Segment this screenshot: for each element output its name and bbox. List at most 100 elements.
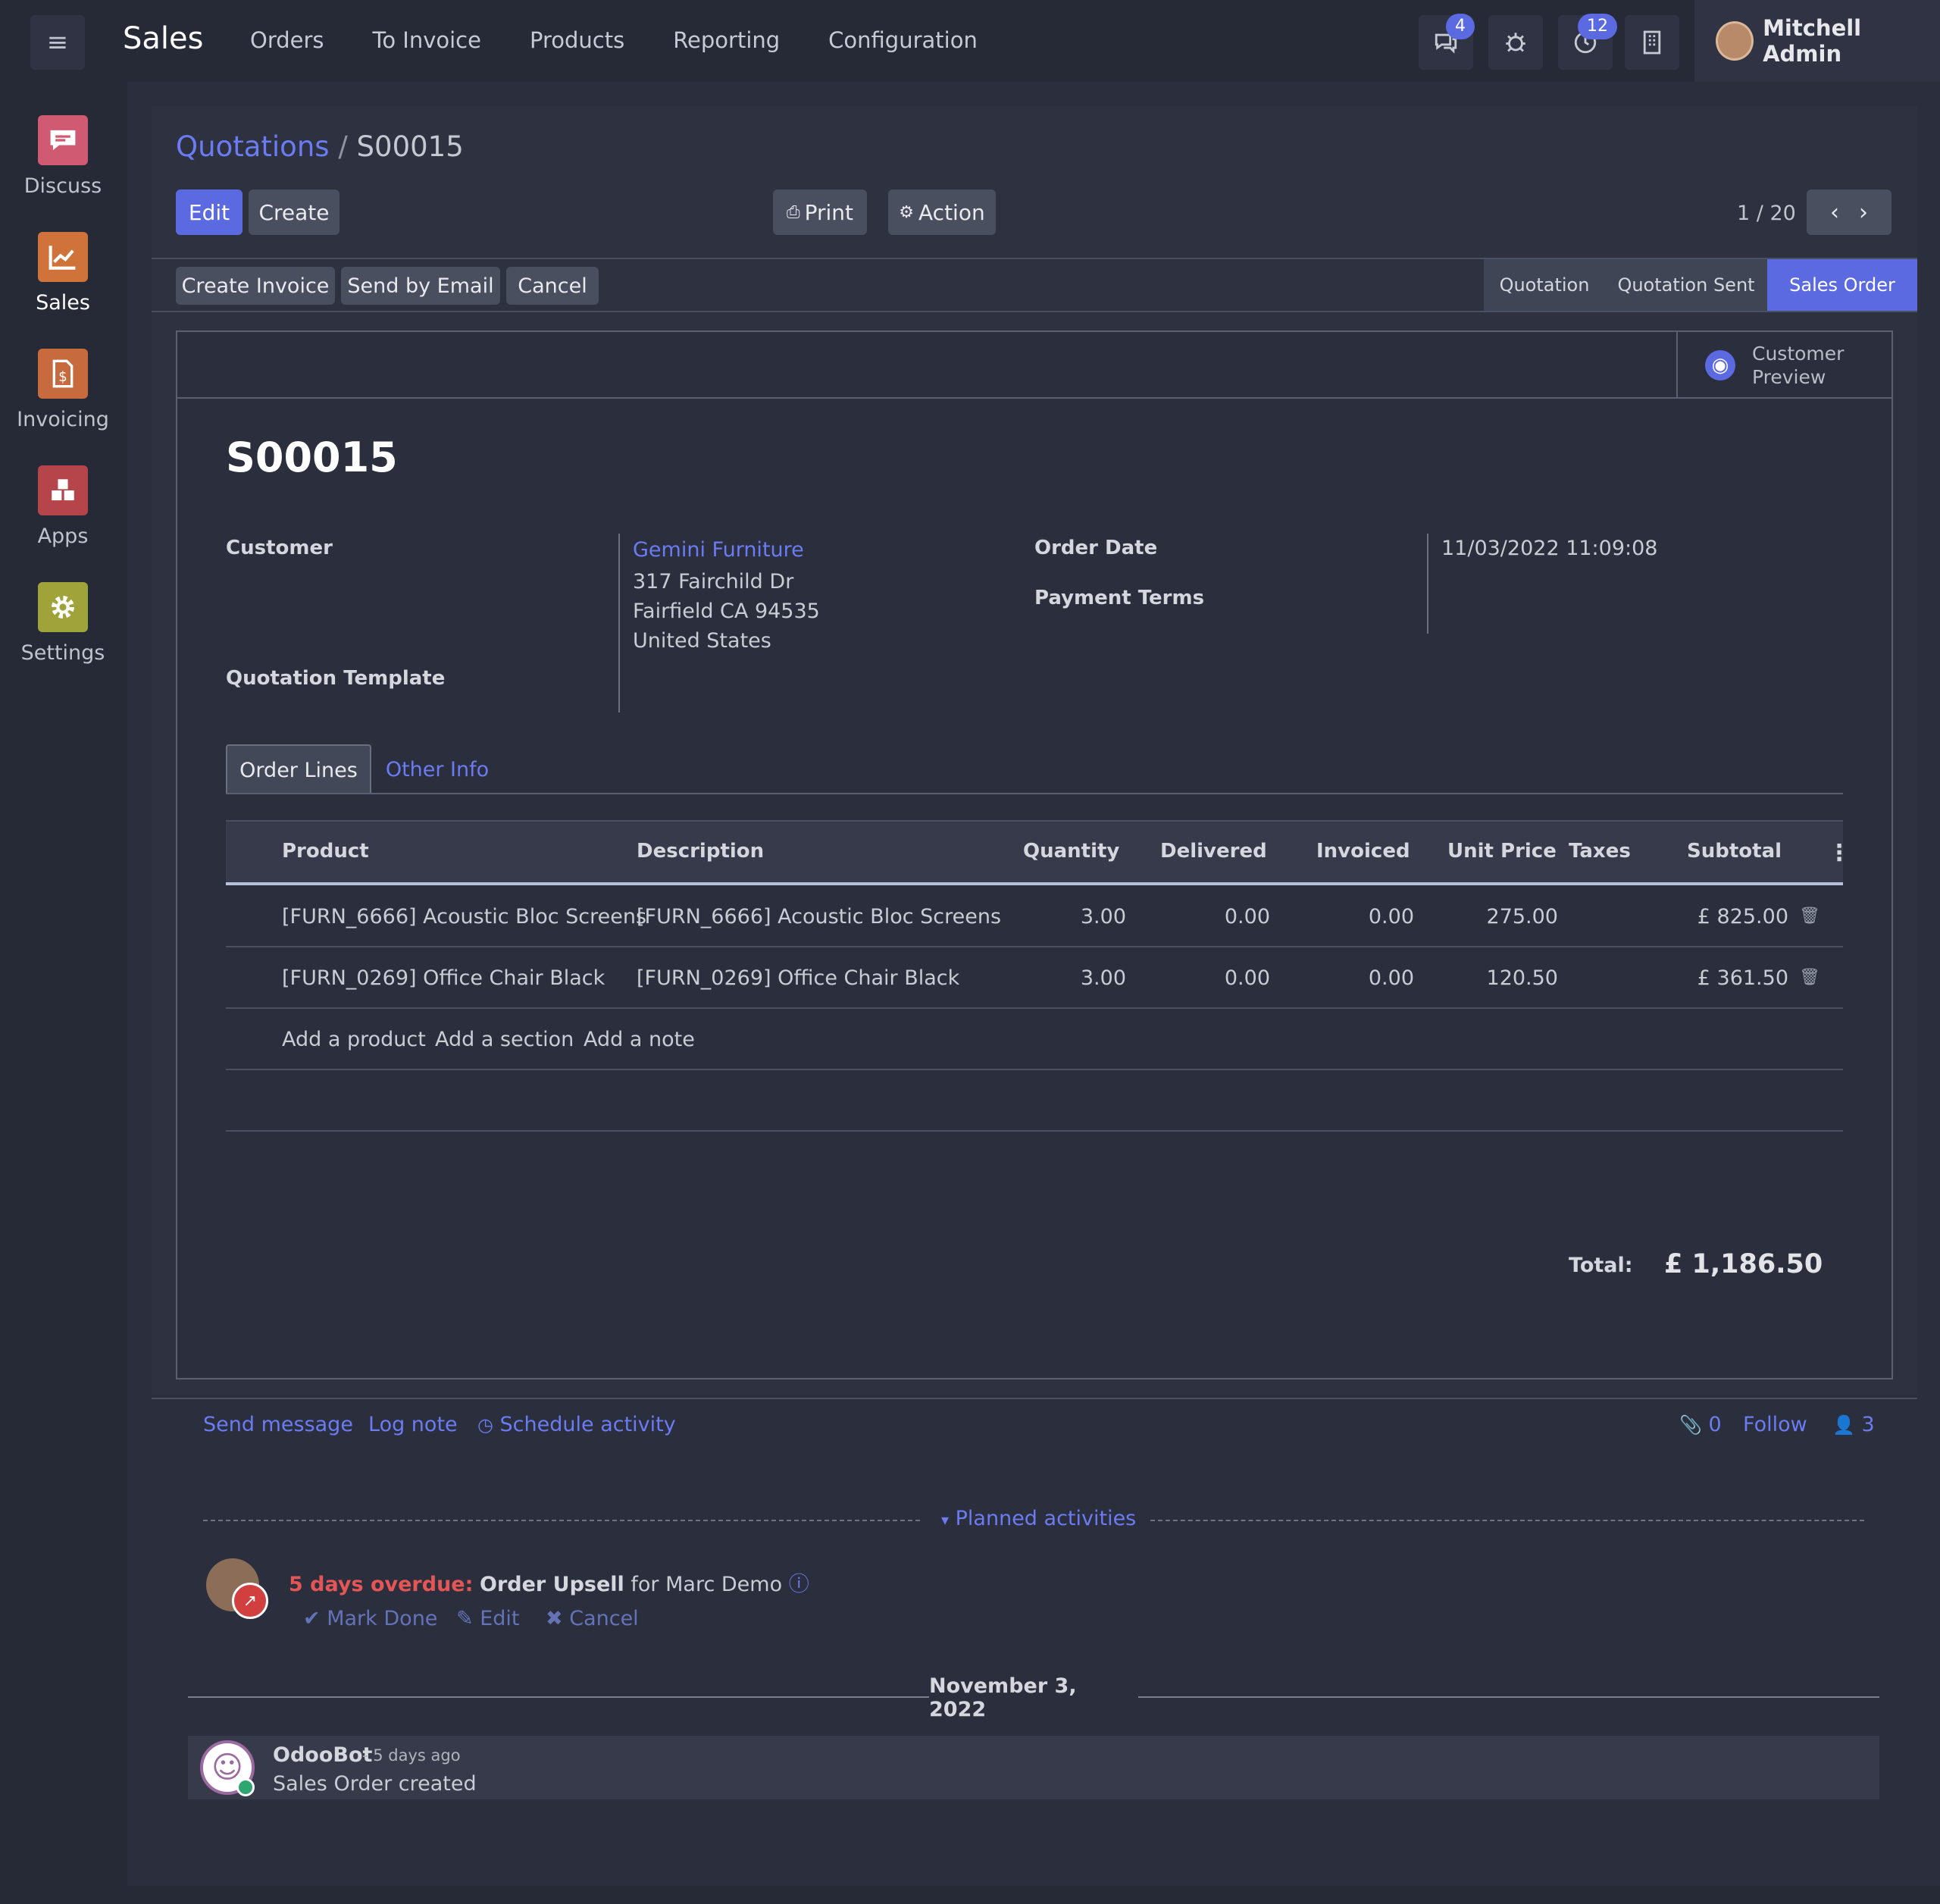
debug-button[interactable] <box>1488 15 1543 70</box>
user-menu[interactable]: Mitchell Admin <box>1694 0 1940 82</box>
menu-configuration[interactable]: Configuration <box>828 27 978 53</box>
column-subtotal[interactable]: Subtotal <box>1687 840 1782 863</box>
column-options-icon[interactable]: ⋮ <box>1828 840 1851 866</box>
sidebar-item-invoicing[interactable]: $ Invoicing <box>0 349 126 431</box>
menu-orders[interactable]: Orders <box>250 27 324 53</box>
column-description[interactable]: Description <box>637 840 764 863</box>
follow-button[interactable]: Follow <box>1743 1413 1807 1436</box>
messages-button[interactable]: 4 <box>1419 14 1475 70</box>
send-message-button[interactable]: Send message <box>203 1413 353 1436</box>
paperclip-icon: 📎 <box>1679 1414 1702 1436</box>
send-by-email-button[interactable]: Send by Email <box>341 267 500 305</box>
total-label: Total: <box>1569 1254 1633 1277</box>
message-author[interactable]: OdooBot <box>273 1743 372 1767</box>
user-name: Mitchell Admin <box>1763 15 1862 67</box>
attachments-button[interactable]: 📎 0 <box>1679 1413 1722 1436</box>
chevron-right-icon[interactable]: › <box>1859 199 1868 226</box>
row-divider <box>226 1130 1843 1132</box>
row-divider <box>226 1007 1843 1009</box>
sidebar-item-settings[interactable]: Settings <box>0 582 126 665</box>
chevron-left-icon[interactable]: ‹ <box>1830 199 1839 226</box>
message-time: - 5 days ago <box>362 1746 461 1765</box>
app-title: Sales <box>123 21 204 56</box>
customer-address-line3: United States <box>633 629 771 653</box>
sidebar-item-sales[interactable]: Sales <box>0 232 126 315</box>
user-icon: 👤 <box>1832 1414 1855 1436</box>
gear-icon <box>38 582 88 632</box>
customer-preview-button[interactable]: ◉ Customer Preview <box>1676 332 1892 399</box>
schedule-activity-button[interactable]: ◷ Schedule activity <box>477 1413 676 1436</box>
pager-buttons: ‹ › <box>1807 189 1892 235</box>
dashed-divider <box>1150 1520 1864 1521</box>
info-icon[interactable]: ⓘ <box>789 1573 809 1596</box>
column-quantity[interactable]: Quantity <box>1023 840 1119 863</box>
overdue-text: 5 days overdue: <box>289 1573 474 1596</box>
gear-icon: ⚙ <box>899 202 915 222</box>
stage-quotation-sent[interactable]: Quotation Sent <box>1605 259 1767 311</box>
trash-icon[interactable]: 🗑 <box>1799 907 1820 925</box>
breadcrumb-current: S00015 <box>356 130 464 163</box>
field-divider <box>618 534 620 712</box>
tab-order-lines[interactable]: Order Lines <box>226 744 371 794</box>
customer-link[interactable]: Gemini Furniture <box>633 538 804 562</box>
log-note-button[interactable]: Log note <box>368 1413 458 1436</box>
customer-preview-line1: Customer <box>1752 343 1845 365</box>
column-product[interactable]: Product <box>282 840 369 863</box>
field-divider <box>1427 534 1428 634</box>
cancel-order-button[interactable]: Cancel <box>506 267 599 305</box>
followers-count: 3 <box>1861 1413 1875 1436</box>
row1-product-link[interactable]: [FURN_6666] Acoustic Bloc Screens <box>282 905 646 929</box>
order-date-label: Order Date <box>1034 537 1158 559</box>
pager-value[interactable]: 1 / 20 <box>1737 202 1796 225</box>
row2-unit-price: 120.50 <box>1486 966 1558 990</box>
row2-product-link[interactable]: [FURN_0269] Office Chair Black <box>282 966 605 990</box>
row2-invoiced: 0.00 <box>1368 966 1414 990</box>
company-switcher[interactable] <box>1625 15 1679 70</box>
chat-bubble-icon <box>38 115 88 165</box>
column-unit-price[interactable]: Unit Price <box>1447 840 1557 863</box>
sidebar-item-label: Settings <box>20 641 105 665</box>
mark-done-button[interactable]: ✔ Mark Done <box>303 1607 437 1630</box>
create-button[interactable]: Create <box>249 189 340 235</box>
menu-products[interactable]: Products <box>530 27 624 53</box>
add-product-link[interactable]: Add a product <box>282 1028 426 1051</box>
stage-quotation[interactable]: Quotation <box>1484 259 1605 311</box>
cancel-activity-button[interactable]: ✖ Cancel <box>546 1607 639 1630</box>
online-status-icon <box>236 1778 255 1796</box>
breadcrumb-parent[interactable]: Quotations <box>176 130 330 163</box>
edit-activity-label: Edit <box>480 1607 520 1630</box>
stage-sales-order[interactable]: Sales Order <box>1767 259 1917 311</box>
bug-icon <box>1506 33 1525 52</box>
chatter-divider <box>152 1398 1917 1399</box>
edit-button[interactable]: Edit <box>176 189 242 235</box>
trash-icon[interactable]: 🗑 <box>1799 968 1820 987</box>
print-label: Print <box>804 199 854 225</box>
sidebar-item-apps[interactable]: Apps <box>0 465 126 548</box>
message-body: Sales Order created <box>273 1772 477 1796</box>
column-delivered[interactable]: Delivered <box>1160 840 1267 863</box>
row1-delivered: 0.00 <box>1224 905 1270 929</box>
top-menu: Orders To Invoice Products Reporting Con… <box>250 27 978 53</box>
followers-button[interactable]: 👤 3 <box>1832 1413 1875 1436</box>
create-invoice-button[interactable]: Create Invoice <box>176 267 335 305</box>
tab-other-info[interactable]: Other Info <box>379 744 496 794</box>
top-navbar: ≡ Sales Orders To Invoice Products Repor… <box>0 0 1940 82</box>
total-value: £ 1,186.50 <box>1664 1249 1823 1279</box>
menu-to-invoice[interactable]: To Invoice <box>373 27 481 53</box>
header-underline <box>226 882 1843 885</box>
sidebar-item-label: Sales <box>36 291 90 315</box>
customer-label: Customer <box>226 537 333 559</box>
action-button[interactable]: ⚙ Action <box>888 189 996 235</box>
activities-button[interactable]: 12 <box>1558 14 1617 70</box>
menu-reporting[interactable]: Reporting <box>673 27 780 53</box>
print-button[interactable]: ⎙ Print <box>773 189 867 235</box>
planned-activities-toggle[interactable]: ▾ Planned activities <box>941 1507 1136 1530</box>
row2-description: [FURN_0269] Office Chair Black <box>637 966 960 990</box>
edit-activity-button[interactable]: ✎ Edit <box>456 1607 520 1630</box>
add-note-link[interactable]: Add a note <box>584 1028 695 1051</box>
app-menu-toggle[interactable]: ≡ <box>30 15 85 70</box>
sidebar-item-discuss[interactable]: Discuss <box>0 115 126 198</box>
column-taxes[interactable]: Taxes <box>1569 840 1631 863</box>
column-invoiced[interactable]: Invoiced <box>1316 840 1410 863</box>
add-section-link[interactable]: Add a section <box>435 1028 574 1051</box>
